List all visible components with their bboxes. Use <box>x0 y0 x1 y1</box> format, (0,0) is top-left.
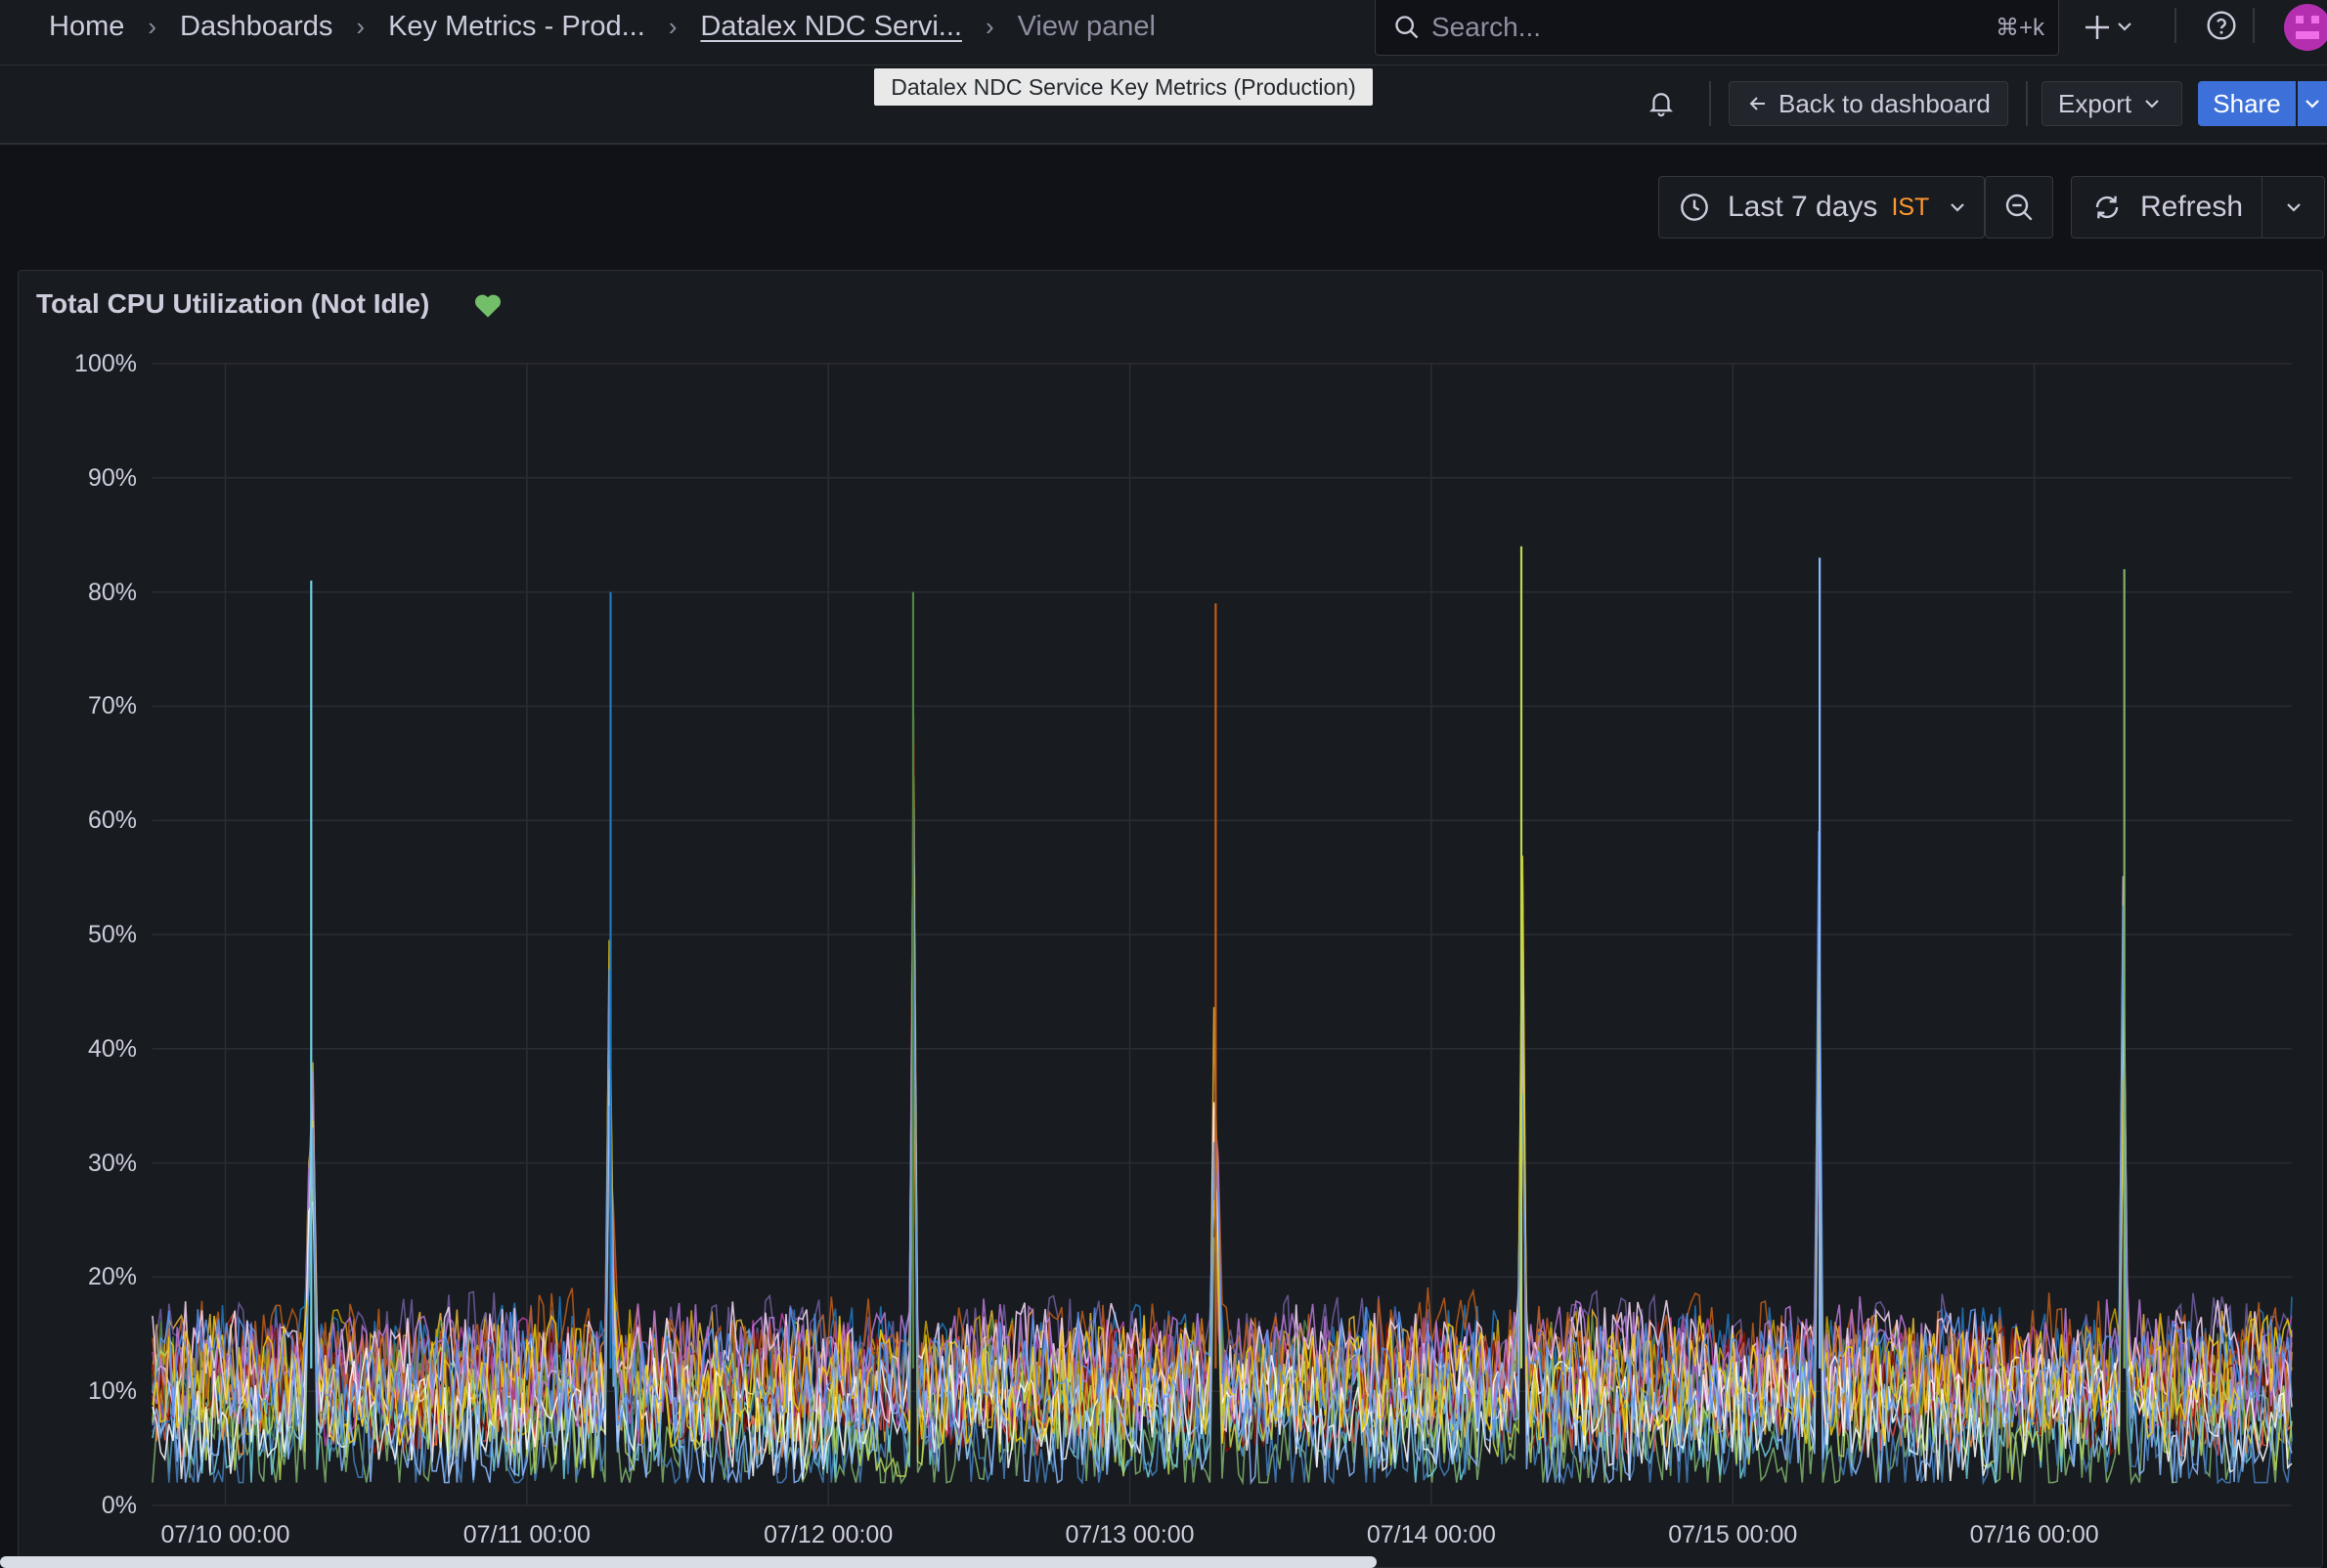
timezone-label: IST <box>1891 193 1930 221</box>
x-tick-label: 07/13 00:00 <box>1065 1521 1195 1548</box>
search-placeholder: Search... <box>1431 12 1542 42</box>
y-tick-label: 100% <box>74 350 137 377</box>
time-range-label: Last 7 days <box>1728 191 1878 223</box>
breadcrumb-dashboards[interactable]: Dashboards <box>180 11 332 43</box>
refresh-interval-button[interactable] <box>2261 176 2325 239</box>
refresh-button[interactable]: Refresh <box>2071 176 2262 239</box>
horizontal-scrollbar[interactable] <box>0 1556 1377 1568</box>
panel-title: Total CPU Utilization (Not Idle) <box>36 288 430 319</box>
divider <box>2253 8 2255 43</box>
export-label: Export <box>2058 88 2132 118</box>
clock-icon <box>1681 194 1708 221</box>
search-shortcut: ⌘+k <box>1995 15 2044 41</box>
avatar[interactable] <box>2282 2 2327 51</box>
breadcrumb-home[interactable]: Home <box>49 11 124 43</box>
chevron-down-icon <box>2118 22 2132 31</box>
x-tick-label: 07/12 00:00 <box>764 1521 894 1548</box>
divider <box>2026 81 2028 126</box>
share-options-button[interactable] <box>2298 81 2327 126</box>
share-button[interactable]: Share <box>2198 81 2296 126</box>
y-tick-label: 90% <box>87 463 137 492</box>
new-menu-button[interactable] <box>2083 8 2133 52</box>
search-input[interactable]: Search... ⌘+k <box>1375 0 2059 56</box>
chevron-right-icon: › <box>985 11 994 41</box>
x-tick-label: 07/14 00:00 <box>1366 1521 1496 1548</box>
chevron-down-icon <box>2286 203 2301 212</box>
y-tick-label: 80% <box>87 578 137 606</box>
dashboard-title-tooltip: Datalex NDC Service Key Metrics (Product… <box>874 68 1373 106</box>
breadcrumb-folder[interactable]: Key Metrics - Prod... <box>388 11 645 43</box>
y-tick-label: 30% <box>87 1149 137 1177</box>
divider <box>1709 81 1711 126</box>
chevron-down-icon <box>2305 100 2319 109</box>
avatar-image <box>2284 4 2327 51</box>
divider <box>2174 8 2176 43</box>
help-button[interactable] <box>2206 10 2237 46</box>
help-icon <box>2207 11 2236 40</box>
panel: Total CPU Utilization (Not Idle) <box>18 270 2323 1568</box>
zoom-out-button[interactable] <box>1985 176 2053 239</box>
export-button[interactable]: Export <box>2042 81 2182 126</box>
y-tick-label: 20% <box>87 1263 137 1291</box>
chevron-right-icon: › <box>356 11 366 41</box>
chevron-right-icon: › <box>148 11 157 41</box>
back-to-dashboard-button[interactable]: Back to dashboard <box>1729 81 2008 126</box>
y-tick-label: 10% <box>87 1377 137 1406</box>
chevron-right-icon: › <box>668 11 678 41</box>
heart-icon <box>474 294 502 318</box>
y-tick-label: 40% <box>87 1034 137 1063</box>
y-tick-label: 50% <box>87 921 137 948</box>
breadcrumb: Home › Dashboards › Key Metrics - Prod..… <box>49 0 1156 53</box>
refresh-icon <box>2095 196 2119 219</box>
top-nav-bar: Home › Dashboards › Key Metrics - Prod..… <box>0 0 2327 65</box>
zoom-out-icon <box>2005 194 2033 221</box>
search-icon <box>1395 16 1419 39</box>
x-tick-label: 07/15 00:00 <box>1668 1521 1798 1548</box>
x-tick-label: 07/11 00:00 <box>462 1521 591 1548</box>
breadcrumb-current: View panel <box>1017 10 1156 42</box>
chevron-down-icon <box>2145 100 2159 109</box>
y-tick-label: 0% <box>101 1492 137 1519</box>
time-range-picker[interactable]: Last 7 days IST <box>1658 176 1985 239</box>
share-label: Share <box>2213 88 2281 118</box>
breadcrumb-dashboard[interactable]: Datalex NDC Servi... <box>700 11 962 43</box>
x-tick-label: 07/16 00:00 <box>1969 1521 2099 1548</box>
x-tick-label: 07/10 00:00 <box>160 1521 290 1548</box>
alerts-button[interactable] <box>1646 87 1676 123</box>
refresh-label: Refresh <box>2140 191 2244 223</box>
arrow-left-icon <box>1749 97 1765 110</box>
plus-icon <box>2086 16 2109 39</box>
back-to-dashboard-label: Back to dashboard <box>1778 88 1991 118</box>
chevron-down-icon <box>1951 203 1965 212</box>
y-tick-label: 70% <box>87 692 137 720</box>
bell-icon <box>1648 93 1674 117</box>
y-tick-label: 60% <box>87 806 137 835</box>
